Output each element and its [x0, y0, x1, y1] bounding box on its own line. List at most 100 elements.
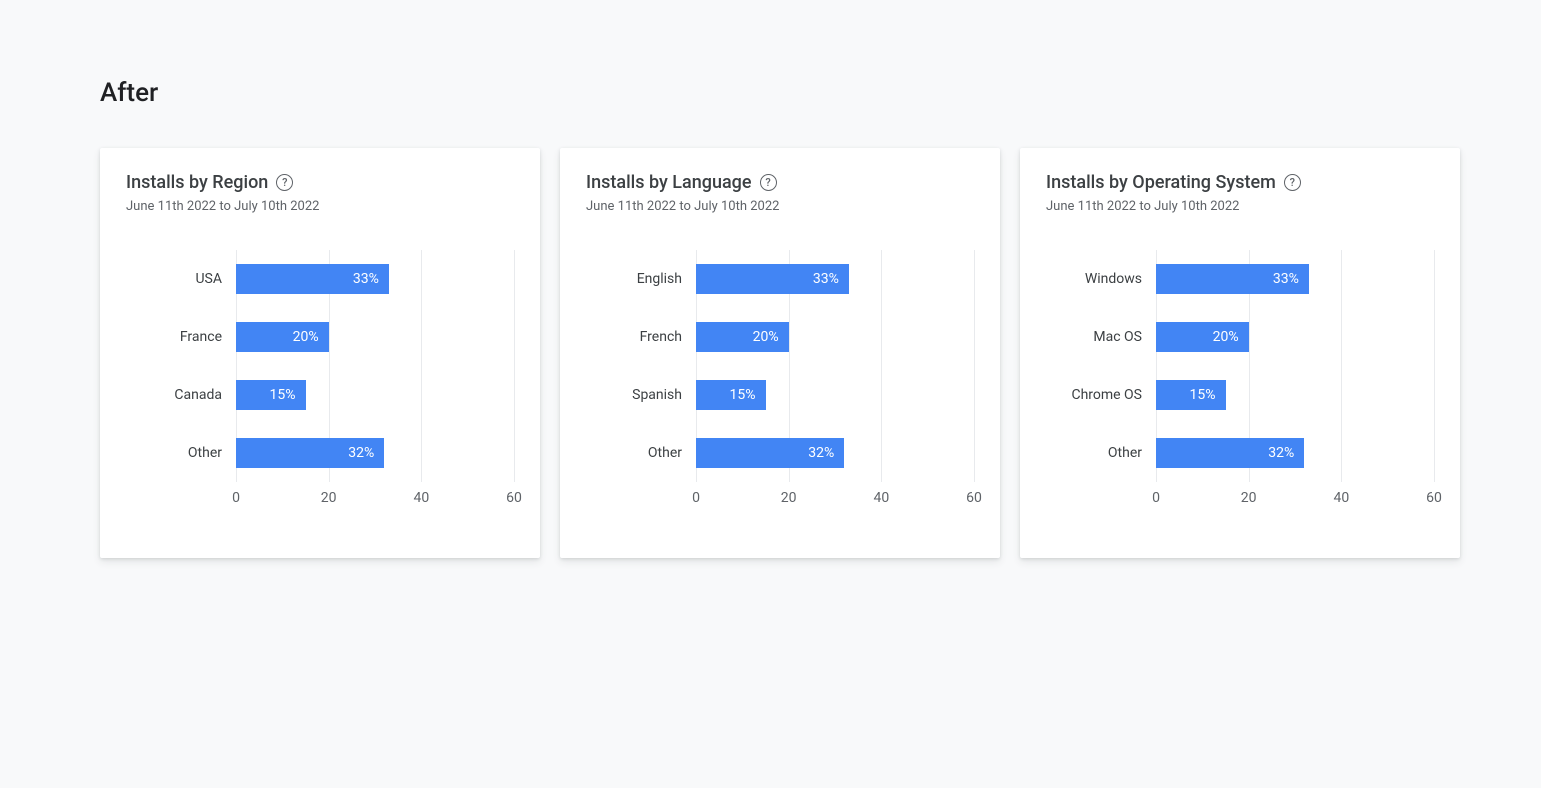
chart-row: France 20% [126, 308, 514, 366]
chart-row: Spanish 15% [586, 366, 974, 424]
x-tick: 20 [781, 490, 797, 506]
chart-row: English 33% [586, 250, 974, 308]
x-axis: 0 20 40 60 [236, 490, 514, 510]
chart-row: Other 32% [126, 424, 514, 482]
x-tick: 0 [1152, 490, 1160, 506]
chart-area: Windows 33% Mac OS 20% Chrome OS 15% [1046, 250, 1434, 510]
bar: 32% [696, 438, 844, 468]
x-tick: 20 [1241, 490, 1257, 506]
bar-value: 20% [1213, 329, 1239, 345]
chart-area: English 33% French 20% Spanish 15% [586, 250, 974, 510]
card-header: Installs by Language ? [586, 172, 974, 193]
bar-label: French [586, 329, 696, 345]
x-tick: 40 [1333, 490, 1349, 506]
chart-row: Other 32% [1046, 424, 1434, 482]
page-title: After [100, 78, 1541, 108]
x-tick: 40 [413, 490, 429, 506]
card-title: Installs by Operating System [1046, 172, 1276, 193]
bar-track: 20% [236, 322, 514, 352]
x-tick: 60 [1426, 490, 1442, 506]
bar-value: 33% [1273, 271, 1299, 287]
bar: 33% [696, 264, 849, 294]
bar-track: 32% [696, 438, 974, 468]
bar: 33% [236, 264, 389, 294]
bar-value: 20% [293, 329, 319, 345]
bar-label: English [586, 271, 696, 287]
bar-label: Canada [126, 387, 236, 403]
card-installs-by-language: Installs by Language ? June 11th 2022 to… [560, 148, 1000, 558]
help-icon[interactable]: ? [760, 174, 777, 191]
chart-row: Other 32% [586, 424, 974, 482]
bar-track: 33% [1156, 264, 1434, 294]
bar-track: 15% [1156, 380, 1434, 410]
x-tick: 60 [966, 490, 982, 506]
x-tick: 60 [506, 490, 522, 506]
bar: 20% [1156, 322, 1249, 352]
bar-label: Windows [1046, 271, 1156, 287]
bar: 20% [696, 322, 789, 352]
bar: 32% [236, 438, 384, 468]
bar-track: 33% [236, 264, 514, 294]
chart-row: Canada 15% [126, 366, 514, 424]
chart-row: Windows 33% [1046, 250, 1434, 308]
x-tick: 40 [873, 490, 889, 506]
bar-label: USA [126, 271, 236, 287]
bar: 15% [1156, 380, 1226, 410]
bar-track: 33% [696, 264, 974, 294]
bar-value: 32% [808, 445, 834, 461]
bar-label: Other [126, 445, 236, 461]
cards-container: Installs by Region ? June 11th 2022 to J… [100, 148, 1541, 558]
bar-track: 20% [1156, 322, 1434, 352]
card-date-range: June 11th 2022 to July 10th 2022 [586, 199, 974, 214]
bar-label: Other [586, 445, 696, 461]
bar-track: 15% [236, 380, 514, 410]
card-header: Installs by Region ? [126, 172, 514, 193]
x-axis: 0 20 40 60 [696, 490, 974, 510]
bar-track: 32% [1156, 438, 1434, 468]
bar-track: 20% [696, 322, 974, 352]
chart-row: Mac OS 20% [1046, 308, 1434, 366]
card-header: Installs by Operating System ? [1046, 172, 1434, 193]
bar-track: 15% [696, 380, 974, 410]
chart-area: USA 33% France 20% Canada 15% [126, 250, 514, 510]
bar-value: 32% [348, 445, 374, 461]
bar-label: Spanish [586, 387, 696, 403]
x-tick: 0 [232, 490, 240, 506]
card-title: Installs by Region [126, 172, 268, 193]
card-installs-by-region: Installs by Region ? June 11th 2022 to J… [100, 148, 540, 558]
bar: 20% [236, 322, 329, 352]
card-title: Installs by Language [586, 172, 752, 193]
bar-value: 15% [730, 387, 756, 403]
bar-value: 15% [270, 387, 296, 403]
bar-label: Mac OS [1046, 329, 1156, 345]
bar-value: 32% [1268, 445, 1294, 461]
chart-row: USA 33% [126, 250, 514, 308]
bar: 15% [236, 380, 306, 410]
card-date-range: June 11th 2022 to July 10th 2022 [126, 199, 514, 214]
bar-label: Chrome OS [1046, 387, 1156, 403]
help-icon[interactable]: ? [1284, 174, 1301, 191]
chart-rows: English 33% French 20% Spanish 15% [586, 250, 974, 482]
bar-value: 33% [353, 271, 379, 287]
grid-line [974, 250, 975, 482]
bar-track: 32% [236, 438, 514, 468]
chart-rows: USA 33% France 20% Canada 15% [126, 250, 514, 482]
chart-row: French 20% [586, 308, 974, 366]
x-axis: 0 20 40 60 [1156, 490, 1434, 510]
help-icon[interactable]: ? [276, 174, 293, 191]
card-installs-by-os: Installs by Operating System ? June 11th… [1020, 148, 1460, 558]
chart-row: Chrome OS 15% [1046, 366, 1434, 424]
x-tick: 0 [692, 490, 700, 506]
grid-line [514, 250, 515, 482]
bar: 33% [1156, 264, 1309, 294]
chart-rows: Windows 33% Mac OS 20% Chrome OS 15% [1046, 250, 1434, 482]
bar: 32% [1156, 438, 1304, 468]
x-tick: 20 [321, 490, 337, 506]
bar-value: 15% [1190, 387, 1216, 403]
bar-label: Other [1046, 445, 1156, 461]
bar-value: 33% [813, 271, 839, 287]
bar: 15% [696, 380, 766, 410]
grid-line [1434, 250, 1435, 482]
card-date-range: June 11th 2022 to July 10th 2022 [1046, 199, 1434, 214]
bar-label: France [126, 329, 236, 345]
